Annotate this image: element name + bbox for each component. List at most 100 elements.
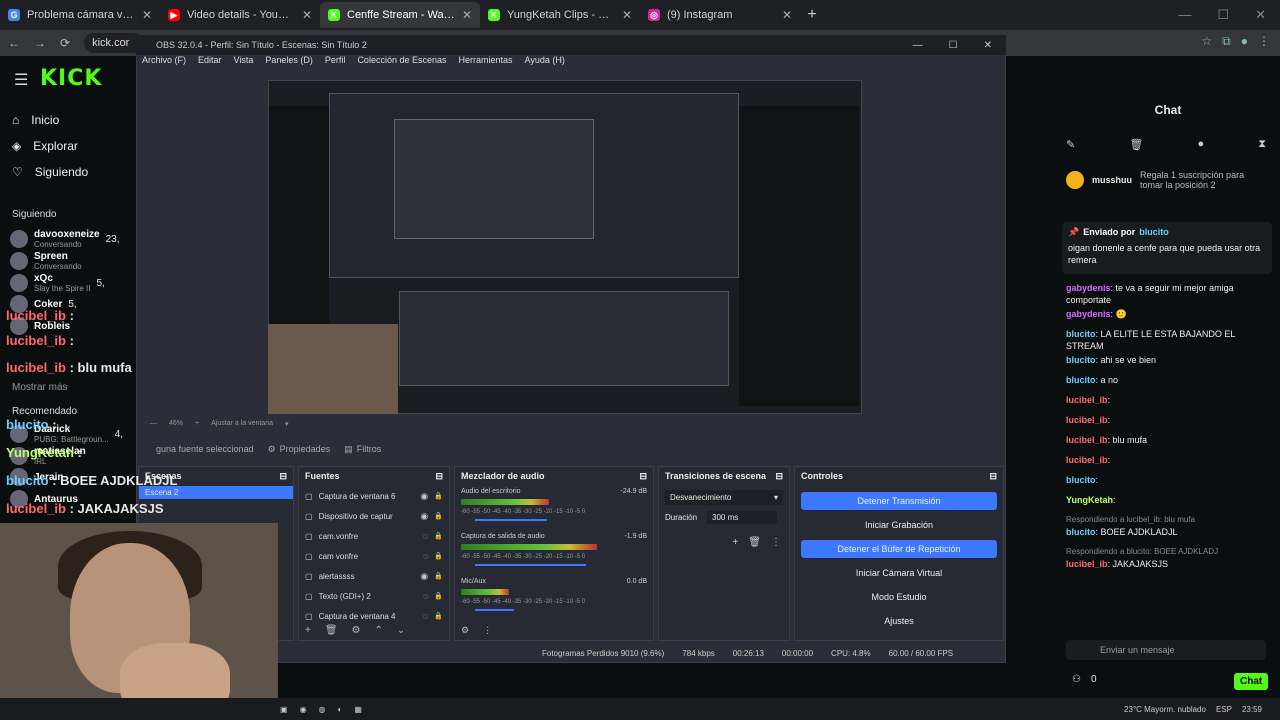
- source-item[interactable]: ▢ cam vonfre ◌ 🔒: [299, 546, 449, 566]
- obs-menu-item[interactable]: Archivo (F): [142, 55, 186, 71]
- chat-username[interactable]: blucito: [1066, 475, 1096, 485]
- star-icon[interactable]: ☆: [1201, 34, 1212, 49]
- properties-button[interactable]: ⚙ Propiedades: [268, 444, 331, 455]
- browser-tab[interactable]: K Cenffe Stream - Watch Live on ✕: [320, 2, 480, 28]
- menu-icon[interactable]: ⋮: [1258, 34, 1270, 49]
- profile-icon[interactable]: ●: [1241, 34, 1248, 49]
- chat-username[interactable]: YungKetah: [1066, 495, 1113, 505]
- add-icon[interactable]: +: [305, 625, 311, 636]
- extension-icon[interactable]: ⧉: [1222, 34, 1231, 49]
- channel-item[interactable]: davooxeneize Conversando 23,: [10, 229, 120, 249]
- nav-item[interactable]: ⌂ Inicio: [12, 113, 59, 127]
- folder-icon[interactable]: ▣: [280, 705, 288, 714]
- gear-icon[interactable]: ⚙: [352, 625, 361, 636]
- chat-username[interactable]: blucito: [1066, 355, 1096, 365]
- source-item[interactable]: ▢ Captura de ventana 4 ◌ 🔒: [299, 606, 449, 626]
- close-icon[interactable]: ✕: [984, 40, 992, 51]
- down-icon[interactable]: ⌄: [397, 625, 405, 636]
- control-button[interactable]: Ajustes: [801, 612, 997, 630]
- eye-icon[interactable]: ◉: [420, 511, 428, 522]
- zoom-in-icon[interactable]: +: [195, 420, 199, 428]
- filters-button[interactable]: ▤ Filtros: [344, 444, 381, 455]
- source-item[interactable]: ▢ Captura de ventana 6 ◉ 🔒: [299, 486, 449, 506]
- reload-icon[interactable]: ⟳: [60, 36, 70, 50]
- source-item[interactable]: ▢ Texto (GDI+) 2 ◌ 🔒: [299, 586, 449, 606]
- lock-icon[interactable]: 🔒: [434, 512, 443, 520]
- channel-item[interactable]: xQc Slay the Spire II 5,: [10, 273, 105, 293]
- eye-off-icon[interactable]: ◌: [423, 531, 428, 541]
- chat-username[interactable]: lucibel_ib: [1066, 435, 1108, 445]
- hamburger-icon[interactable]: ☰: [14, 70, 28, 90]
- eye-icon[interactable]: ◉: [420, 571, 428, 582]
- browser-tab[interactable]: ▶ Video details - YouTube Studio ✕: [160, 2, 320, 28]
- clock[interactable]: 23:59: [1242, 705, 1262, 714]
- trash-icon[interactable]: 🗑: [325, 625, 338, 636]
- people-icon[interactable]: ⚇: [1072, 674, 1081, 685]
- chat-username[interactable]: blucito: [1066, 375, 1096, 385]
- dock-menu-icon[interactable]: ⊟: [989, 471, 997, 482]
- minimize-icon[interactable]: —: [1178, 7, 1191, 23]
- volume-slider[interactable]: [475, 609, 514, 611]
- chat-input[interactable]: Enviar un mensaje: [1066, 640, 1266, 660]
- chat-username[interactable]: gabydenis: [1066, 283, 1111, 293]
- app-icon[interactable]: ▦: [354, 705, 362, 714]
- source-item[interactable]: ▢ cam.vonfre ◌ 🔒: [299, 526, 449, 546]
- volume-slider[interactable]: [475, 564, 586, 566]
- chat-bubble-icon[interactable]: ●: [1197, 138, 1204, 151]
- obs-menu-item[interactable]: Paneles (D): [265, 55, 313, 71]
- minimize-icon[interactable]: —: [913, 40, 923, 51]
- gear-icon[interactable]: ⚙: [461, 625, 469, 636]
- show-more-link[interactable]: Mostrar más: [12, 382, 68, 393]
- dock-menu-icon[interactable]: ⊟: [435, 471, 443, 482]
- chat-username[interactable]: blucito: [1066, 527, 1096, 537]
- eye-off-icon[interactable]: ◌: [423, 611, 428, 621]
- control-button[interactable]: Iniciar Grabación: [801, 516, 997, 534]
- close-icon[interactable]: ✕: [1255, 7, 1266, 23]
- obs-menu-item[interactable]: Colección de Escenas: [357, 55, 446, 71]
- control-button[interactable]: Iniciar Cámara Virtual: [801, 564, 997, 582]
- tab-close-icon[interactable]: ✕: [462, 8, 472, 22]
- chat-username[interactable]: lucibel_ib: [1066, 559, 1108, 569]
- back-icon[interactable]: ←: [8, 36, 20, 50]
- chat-send-button[interactable]: Chat: [1234, 673, 1269, 690]
- up-icon[interactable]: ⌃: [375, 625, 383, 636]
- eye-off-icon[interactable]: ◌: [423, 591, 428, 601]
- control-button[interactable]: Detener el Búfer de Repetición: [801, 540, 997, 558]
- transition-select[interactable]: Desvanecimiento ▾: [665, 490, 783, 505]
- chrome-icon[interactable]: ◉: [300, 705, 307, 714]
- obs-menu-item[interactable]: Editar: [198, 55, 222, 71]
- lock-icon[interactable]: 🔒: [434, 572, 443, 580]
- maximize-icon[interactable]: ☐: [1217, 7, 1229, 23]
- tab-close-icon[interactable]: ✕: [302, 8, 312, 22]
- chat-username[interactable]: blucito: [1066, 329, 1096, 339]
- browser-tab[interactable]: K YungKetah Clips - Watch Live o ✕: [480, 2, 640, 28]
- trash-icon[interactable]: 🗑: [748, 537, 761, 548]
- lock-icon[interactable]: 🔒: [434, 612, 443, 620]
- hourglass-icon[interactable]: ⧗: [1258, 138, 1266, 151]
- new-tab-icon[interactable]: +: [800, 6, 824, 24]
- dock-menu-icon[interactable]: ⊟: [279, 471, 287, 482]
- dock-menu-icon[interactable]: ⊟: [775, 471, 783, 482]
- channel-item[interactable]: Spreen Conversando: [10, 251, 88, 271]
- obs-icon[interactable]: ◐: [338, 705, 343, 714]
- chat-username[interactable]: gabydenis: [1066, 309, 1111, 319]
- pin-icon[interactable]: ✎: [1066, 138, 1075, 151]
- nav-item[interactable]: ♡ Siguiendo: [12, 165, 88, 179]
- control-button[interactable]: Detener Transmisión: [801, 492, 997, 510]
- obs-menu-item[interactable]: Perfil: [325, 55, 346, 71]
- fit-window-select[interactable]: Ajustar a la ventana: [211, 420, 273, 428]
- obs-menu-item[interactable]: Vista: [234, 55, 254, 71]
- add-icon[interactable]: +: [732, 537, 738, 548]
- more-icon[interactable]: ⋮: [483, 625, 492, 636]
- trash-icon[interactable]: 🗑: [1129, 138, 1143, 151]
- obs-menu-item[interactable]: Ayuda (H): [525, 55, 565, 71]
- tab-close-icon[interactable]: ✕: [142, 8, 152, 22]
- chat-username[interactable]: lucibel_ib: [1066, 455, 1108, 465]
- lock-icon[interactable]: 🔒: [434, 532, 443, 540]
- source-item[interactable]: ▢ alertassss ◉ 🔒: [299, 566, 449, 586]
- control-button[interactable]: Modo Estudio: [801, 588, 997, 606]
- browser-tab[interactable]: ◎ (9) Instagram ✕: [640, 2, 800, 28]
- source-item[interactable]: ▢ Dispositivo de captur ◉ 🔒: [299, 506, 449, 526]
- volume-slider[interactable]: [475, 519, 547, 521]
- maximize-icon[interactable]: ☐: [949, 40, 958, 51]
